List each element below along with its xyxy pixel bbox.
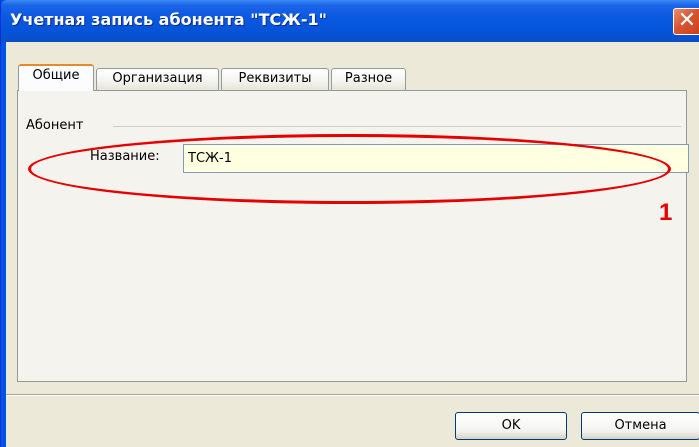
title-bar[interactable]: Учетная запись абонента "ТСЖ-1" ✕ — [1, 0, 699, 42]
group-divider — [113, 126, 681, 127]
ok-button[interactable]: OK — [455, 412, 567, 440]
close-icon[interactable]: ✕ — [673, 8, 699, 35]
group-caption-subscriber: Абонент — [26, 118, 84, 133]
tab-requisites[interactable]: Реквизиты — [221, 68, 329, 90]
tab-misc[interactable]: Разное — [331, 68, 406, 90]
dialog-client-area: Общие Организация Реквизиты Разное Абоне… — [6, 42, 699, 447]
name-input[interactable]: ТСЖ-1 — [183, 144, 689, 173]
window-title: Учетная запись абонента "ТСЖ-1" — [10, 10, 327, 29]
annotation-number: 1 — [659, 199, 673, 226]
footer-separator — [6, 394, 699, 396]
tab-general[interactable]: Общие — [18, 64, 94, 91]
tab-organization[interactable]: Организация — [96, 68, 219, 90]
dialog-window: Учетная запись абонента "ТСЖ-1" ✕ Общие … — [0, 0, 699, 447]
name-label: Название: — [90, 149, 160, 164]
tab-panel-general: Абонент Название: ТСЖ-1 — [17, 90, 689, 382]
cancel-button[interactable]: Отмена — [581, 412, 699, 440]
